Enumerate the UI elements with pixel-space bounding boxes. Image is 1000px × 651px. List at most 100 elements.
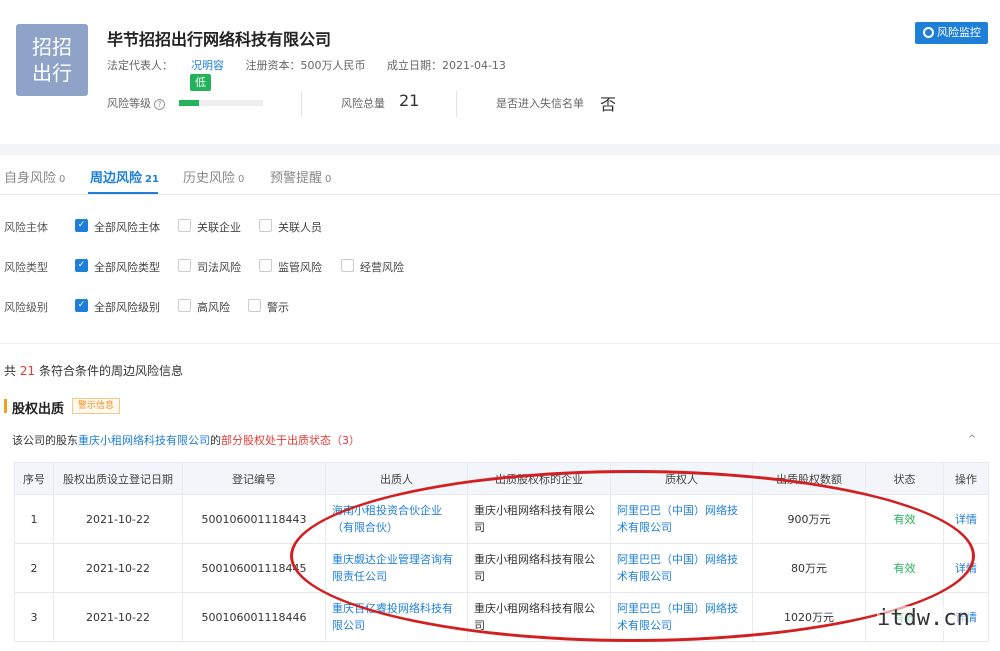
company-logo: 招招 出行 bbox=[16, 24, 88, 96]
tab-count: 0 bbox=[59, 174, 66, 185]
tab-label: 预警提醒 bbox=[270, 171, 323, 186]
help-icon[interactable]: ? bbox=[154, 99, 165, 110]
pledgee[interactable]: 阿里巴巴（中国）网络技术有限公司 bbox=[610, 543, 753, 593]
tab-alerts[interactable]: 预警提醒 0 bbox=[270, 167, 331, 186]
option-label: 全部风险主体 bbox=[94, 221, 160, 234]
company-name: 毕节招招出行网络科技有限公司 bbox=[107, 30, 332, 49]
column-header: 质权人 bbox=[610, 462, 753, 495]
checkbox-operating-risk[interactable] bbox=[341, 259, 354, 272]
checkbox-judicial-risk[interactable] bbox=[178, 259, 191, 272]
risk-monitor-label: 风险监控 bbox=[937, 26, 981, 39]
summary-prefix: 共 bbox=[4, 364, 17, 378]
option-label: 高风险 bbox=[197, 301, 230, 314]
tab-count: 0 bbox=[325, 174, 332, 185]
risk-level-bar bbox=[179, 100, 263, 106]
tab-self-risk[interactable]: 自身风险 0 bbox=[4, 167, 65, 186]
pledgor[interactable]: 重庆百亿睿投网络科技有限公司 bbox=[325, 592, 468, 642]
option-label: 经营风险 bbox=[360, 261, 404, 274]
registration-date: 2021-10-22 bbox=[53, 592, 183, 642]
monitor-icon bbox=[923, 27, 934, 38]
risk-total-label: 风险总量 bbox=[341, 97, 385, 110]
filter-label: 风险级别 bbox=[4, 301, 48, 314]
option-label: 全部风险类型 bbox=[94, 261, 160, 274]
tab-count: 0 bbox=[238, 174, 245, 185]
risk-tabs: 自身风险 0 周边风险 21 历史风险 0 预警提醒 0 bbox=[0, 155, 1000, 195]
option-label: 全部风险级别 bbox=[94, 301, 160, 314]
filter-label: 风险类型 bbox=[4, 261, 48, 274]
table-body: 1 2021-10-22 500106001118443 海南小租投资合伙企业（有限合… bbox=[14, 494, 989, 642]
blacklist-label: 是否进入失信名单 bbox=[496, 97, 584, 110]
active-tab-indicator bbox=[88, 192, 158, 194]
registration-date: 2021-10-22 bbox=[53, 494, 183, 544]
column-header: 出质股权数额 bbox=[752, 462, 866, 495]
checkbox-high-risk[interactable] bbox=[178, 299, 191, 312]
status: 有效 bbox=[865, 494, 944, 544]
pledgor[interactable]: 海南小租投资合伙企业（有限合伙） bbox=[325, 494, 468, 544]
pledgor[interactable]: 重庆觑达企业管理咨询有限责任公司 bbox=[325, 543, 468, 593]
checkbox-regulatory-risk[interactable] bbox=[259, 259, 272, 272]
summary-count: 21 bbox=[19, 364, 36, 378]
table-row: 1 2021-10-22 500106001118443 海南小租投资合伙企业（有限合… bbox=[14, 494, 989, 544]
divider bbox=[456, 91, 457, 117]
risk-level-label: 风险等级 bbox=[107, 97, 151, 110]
company-meta: 法定代表人： 况明容 注册资本：500万人民币 成立日期：2021-04-13 bbox=[107, 57, 524, 73]
risk-level-badge: 低 bbox=[190, 74, 211, 91]
collapse-icon[interactable]: ^ bbox=[968, 434, 976, 445]
registration-number: 500106001118446 bbox=[182, 592, 326, 642]
watermark: itdw.cn bbox=[877, 606, 970, 631]
pledged-company: 重庆小租网络科技有限公司 bbox=[467, 592, 611, 642]
pledge-amount: 900万元 bbox=[752, 494, 866, 544]
legal-rep-label: 法定代表人： bbox=[107, 59, 173, 72]
checkbox-all-levels[interactable]: ✓ bbox=[75, 299, 88, 312]
risk-monitor-button[interactable]: 风险监控 bbox=[915, 22, 988, 44]
tab-label: 周边风险 bbox=[90, 171, 143, 186]
status: 有效 bbox=[865, 543, 944, 593]
checkbox-all-types[interactable]: ✓ bbox=[75, 259, 88, 272]
logo-text: 招招 bbox=[32, 35, 72, 59]
tab-history-risk[interactable]: 历史风险 0 bbox=[183, 167, 244, 186]
row-index: 1 bbox=[14, 494, 54, 544]
pledgee[interactable]: 阿里巴巴（中国）网络技术有限公司 bbox=[610, 592, 753, 642]
risk-content: 自身风险 0 周边风险 21 历史风险 0 预警提醒 0 风险主体 ✓ 全部风险主体 关联… bbox=[0, 155, 1000, 651]
checkbox-related-companies[interactable] bbox=[178, 219, 191, 232]
tab-surrounding-risk[interactable]: 周边风险 21 bbox=[90, 167, 159, 186]
result-summary: 共 21 条符合条件的周边风险信息 bbox=[4, 362, 183, 379]
detail-link[interactable]: 详情 bbox=[943, 543, 989, 593]
shareholder-link[interactable]: 重庆小租网络科技有限公司 bbox=[78, 434, 210, 447]
registered-capital: 注册资本：500万人民币 bbox=[245, 59, 366, 72]
detail-link[interactable]: 详情 bbox=[943, 494, 989, 544]
divider bbox=[0, 343, 1000, 344]
column-header: 状态 bbox=[865, 462, 944, 495]
section-accent-bar bbox=[4, 399, 7, 413]
desc-warning: 部分股权处于出质状态 bbox=[221, 434, 331, 447]
blacklist-value: 否 bbox=[600, 95, 617, 114]
risk-level-fill bbox=[179, 100, 200, 106]
desc-count: （3） bbox=[331, 434, 360, 447]
checkbox-all-subjects[interactable]: ✓ bbox=[75, 219, 88, 232]
divider bbox=[301, 91, 302, 117]
risk-total-value: 21 bbox=[399, 91, 420, 110]
summary-suffix: 条符合条件的周边风险信息 bbox=[38, 364, 183, 378]
option-label: 司法风险 bbox=[197, 261, 241, 274]
pledge-amount: 80万元 bbox=[752, 543, 866, 593]
column-header: 序号 bbox=[14, 462, 54, 495]
desc-mid: 的 bbox=[210, 434, 221, 447]
pledgee[interactable]: 阿里巴巴（中国）网络技术有限公司 bbox=[610, 494, 753, 544]
company-header: 招招 出行 毕节招招出行网络科技有限公司 法定代表人： 况明容 注册资本：500万人… bbox=[0, 0, 1000, 144]
option-label: 警示 bbox=[267, 301, 289, 314]
pledged-company: 重庆小租网络科技有限公司 bbox=[467, 543, 611, 593]
desc-prefix: 该公司的股东 bbox=[12, 434, 78, 447]
filter-label: 风险主体 bbox=[4, 221, 48, 234]
equity-pledge-table: 序号 股权出质设立登记日期 登记编号 出质人 出质股权标的企业 质权人 出质股权数额 状态 操作… bbox=[14, 462, 989, 642]
checkbox-warning[interactable] bbox=[248, 299, 261, 312]
registration-number: 500106001118445 bbox=[182, 543, 326, 593]
tab-label: 自身风险 bbox=[4, 171, 57, 186]
legal-rep-link[interactable]: 况明容 bbox=[191, 59, 224, 72]
row-index: 3 bbox=[14, 592, 54, 642]
pledge-description: 该公司的股东重庆小租网络科技有限公司的部分股权处于出质状态（3） bbox=[12, 432, 360, 448]
column-header: 出质股权标的企业 bbox=[467, 462, 611, 495]
row-index: 2 bbox=[14, 543, 54, 593]
tab-count: 21 bbox=[145, 174, 159, 185]
checkbox-related-persons[interactable] bbox=[259, 219, 272, 232]
registration-number: 500106001118443 bbox=[182, 494, 326, 544]
